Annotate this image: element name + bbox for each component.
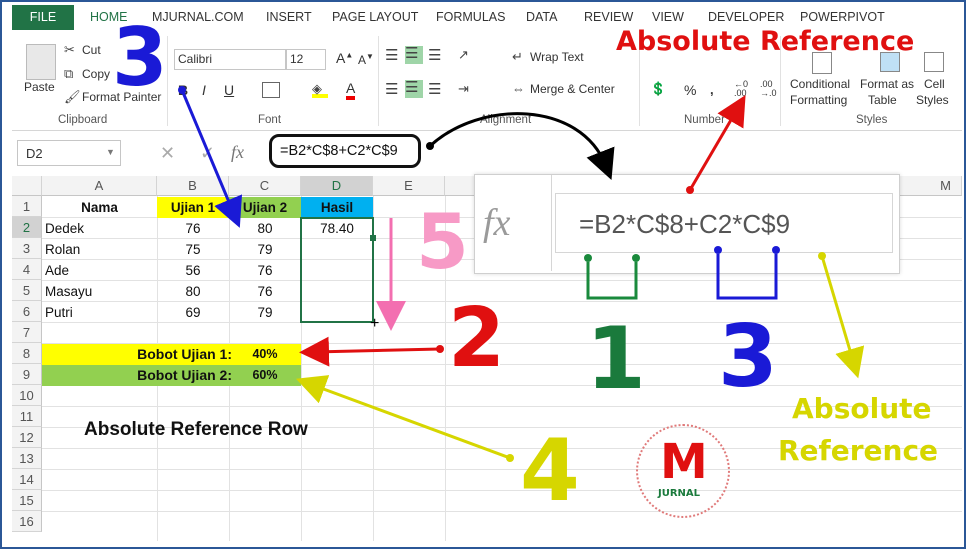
image-border — [0, 0, 966, 549]
